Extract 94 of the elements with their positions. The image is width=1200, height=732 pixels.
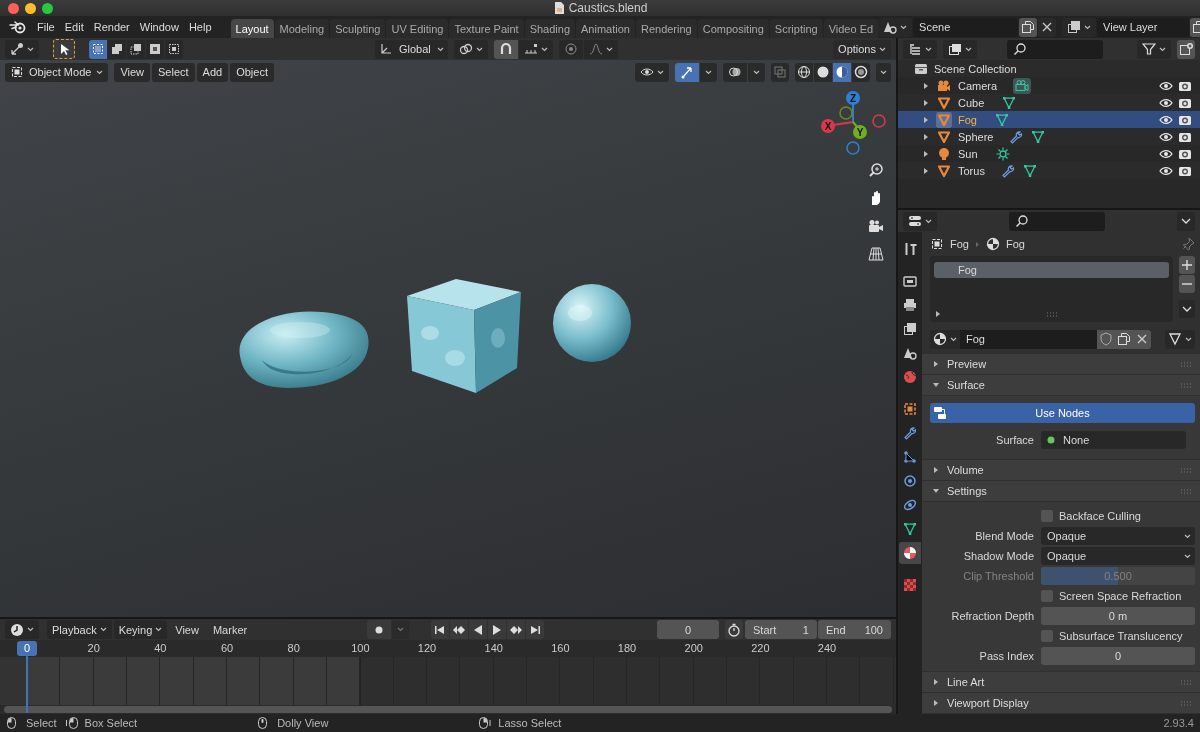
field-label: Surface (995, 434, 1034, 446)
dropdown[interactable]: Opaque (1041, 527, 1195, 545)
panel-header[interactable]: Line Art (922, 672, 1200, 692)
workspace-tab[interactable]: Video Ed (823, 19, 879, 38)
menu-item[interactable]: View (114, 62, 151, 82)
number-field[interactable]: 0 (1041, 647, 1195, 665)
frame-number: 200 (684, 642, 703, 654)
status-hint: Select (26, 717, 57, 729)
breadcrumb-item: Fog (1005, 238, 1025, 250)
object-name: Cube (958, 96, 985, 109)
menu-item[interactable]: Render (88, 17, 135, 37)
panel-header[interactable]: Surface (922, 375, 1200, 395)
field-label: Blend Mode (974, 530, 1034, 542)
frame-number: 20 (87, 642, 100, 654)
frame-number: 120 (417, 642, 437, 654)
workspace-tab[interactable]: UV Editing (386, 19, 449, 38)
menu-item[interactable]: Window (134, 17, 184, 37)
menu-item[interactable]: Edit (59, 17, 89, 37)
workspace-tab[interactable]: Rendering (635, 19, 697, 38)
object-name: Sphere (958, 130, 994, 143)
current-frame-field[interactable]: 0 (657, 620, 719, 639)
menu-item[interactable]: View (169, 620, 205, 639)
orientation-dropdown[interactable]: Global (375, 39, 448, 59)
menu-dropdown[interactable]: Playback (47, 620, 112, 639)
workspace-tab[interactable]: Scripting (769, 19, 823, 38)
object-name: Camera (958, 79, 998, 92)
material-name-field[interactable]: Fog (960, 329, 1097, 349)
status-hint: Lasso Select (498, 717, 562, 729)
menu-item[interactable]: Help (183, 17, 217, 37)
frame-number: 180 (617, 642, 637, 654)
slider-value: 0.500 (1104, 570, 1132, 582)
dropdown[interactable]: Opaque (1041, 547, 1195, 565)
object-name: Sun (958, 147, 978, 160)
menu-item[interactable]: Add (196, 62, 229, 82)
workspace-tab[interactable]: Sculpting (330, 19, 386, 38)
workspace-tab[interactable]: Shading (524, 19, 576, 38)
status-hint: Box Select (84, 717, 138, 729)
workspace-tab[interactable]: Layout (230, 19, 274, 38)
workspace-tab[interactable]: Animation (576, 19, 635, 38)
window-title: Caustics.blend (568, 1, 648, 15)
workspace-tab[interactable]: Texture Paint (449, 19, 524, 38)
frame-number: 40 (154, 642, 167, 654)
list-item[interactable]: Fog (934, 262, 1169, 278)
object-name: Fog (958, 113, 977, 126)
menu-item[interactable]: Select (152, 62, 195, 82)
frame-number: 240 (817, 642, 837, 654)
options-dropdown[interactable]: Options (833, 39, 891, 59)
version-label: 2.93.4 (1163, 717, 1194, 729)
checkbox[interactable]: Screen Space Refraction (1041, 590, 1182, 602)
axis-label: X (824, 121, 832, 132)
object-name: Torus (958, 164, 985, 177)
frame-number: 160 (551, 642, 570, 654)
axis-label: Z (849, 93, 857, 104)
collection-name: Scene Collection (934, 62, 1017, 75)
playhead-frame-badge: 0 (17, 641, 37, 656)
field-label: Pass Index (978, 650, 1034, 662)
frame-number: 140 (484, 642, 503, 654)
field-label: End (826, 623, 846, 636)
frame-number: 80 (287, 642, 300, 654)
checkbox[interactable]: Backface Culling (1041, 510, 1141, 522)
panel-header[interactable]: Settings (922, 481, 1200, 501)
workspace-tab[interactable]: Modeling (274, 19, 330, 38)
scene-field[interactable]: Scene (913, 17, 1019, 37)
number-field[interactable]: 0 m (1041, 607, 1195, 625)
panel-header[interactable]: Volume (922, 460, 1200, 480)
menu-item[interactable]: File (32, 17, 60, 37)
surface-link-field[interactable]: None (1041, 431, 1186, 449)
breadcrumb-item: Fog (950, 238, 969, 250)
outliner-row[interactable]: Camera (898, 77, 1200, 94)
field-label: Start (753, 623, 777, 636)
menu-item[interactable]: Marker (206, 620, 254, 639)
outliner-row[interactable]: Fog (898, 111, 1200, 128)
workspace-tab[interactable]: Compositing (697, 19, 769, 38)
end-frame-field[interactable]: End 100 (818, 620, 891, 639)
start-frame-field[interactable]: Start 1 (745, 620, 817, 639)
checkbox[interactable]: Subsurface Translucency (1041, 630, 1183, 642)
view-layer-field[interactable]: View Layer (1097, 17, 1190, 37)
panel-header[interactable]: Preview (922, 354, 1200, 374)
field-value: 1 (802, 623, 809, 636)
frame-number: 60 (220, 642, 234, 654)
field-label: Shadow Mode (962, 550, 1034, 562)
field-label: Clip Threshold (962, 570, 1034, 582)
field-value: 100 (864, 623, 883, 636)
status-hint: Dolly View (277, 717, 329, 729)
axis-label: Y (856, 127, 864, 138)
mode-dropdown[interactable]: Object Mode (5, 62, 109, 82)
field-label: Refraction Depth (950, 610, 1034, 622)
panel-header[interactable]: Viewport Display (922, 693, 1200, 713)
menu-dropdown[interactable]: Keying (113, 620, 168, 639)
outliner-row[interactable]: Sun (898, 145, 1200, 162)
use-nodes-button[interactable]: Use Nodes (930, 403, 1195, 423)
frame-number: 100 (351, 642, 370, 654)
frame-number: 220 (751, 642, 770, 654)
menu-item[interactable]: Object (230, 62, 274, 82)
